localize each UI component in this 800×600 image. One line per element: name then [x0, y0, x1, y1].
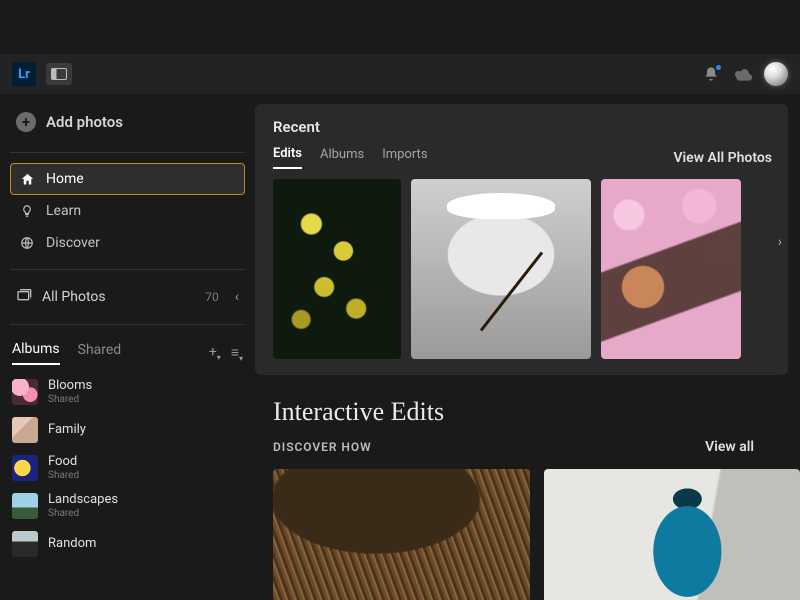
album-name: Family	[48, 423, 86, 437]
album-thumbnail	[12, 493, 38, 519]
globe-icon	[18, 236, 36, 250]
album-thumbnail	[12, 455, 38, 481]
panel-toggle-button[interactable]	[46, 63, 72, 85]
chevron-left-icon: ‹	[235, 289, 239, 305]
cloud-sync-icon[interactable]	[732, 67, 754, 81]
sidebar-item-learn[interactable]: Learn	[10, 195, 245, 227]
recent-panel: Recent Edits Albums Imports View All Pho…	[255, 104, 788, 375]
lightbulb-icon	[18, 204, 36, 218]
tab-albums-recent[interactable]: Albums	[320, 147, 364, 168]
album-thumbnail	[12, 531, 38, 557]
divider	[10, 324, 245, 325]
recent-title: Recent	[273, 118, 772, 136]
sort-albums-icon[interactable]: ≡▾	[231, 344, 243, 363]
interactive-strip	[273, 469, 800, 600]
interactive-view-all-link[interactable]: View all	[705, 439, 778, 455]
recent-photo-3[interactable]	[601, 179, 741, 359]
window-titlebar	[0, 0, 800, 54]
add-album-icon[interactable]: +▾	[209, 344, 221, 363]
main-content: Recent Edits Albums Imports View All Pho…	[255, 94, 800, 600]
interactive-card-2[interactable]	[544, 469, 800, 600]
all-photos-count: 70	[205, 290, 219, 304]
notification-dot	[715, 64, 722, 71]
plus-circle-icon: +	[16, 112, 36, 132]
interactive-edits-header: Interactive Edits DISCOVER HOW View all	[255, 375, 800, 455]
sidebar-item-label: Learn	[46, 203, 81, 219]
photo-stack-icon	[16, 288, 32, 306]
all-photos-row[interactable]: All Photos 70 ‹	[10, 280, 245, 314]
tab-albums[interactable]: Albums	[12, 341, 60, 365]
album-row-blooms[interactable]: Blooms Shared	[10, 373, 245, 411]
album-thumbnail	[12, 379, 38, 405]
sidebar-item-label: Discover	[46, 235, 100, 251]
home-icon	[18, 172, 36, 187]
chevron-right-icon[interactable]: ›	[778, 234, 782, 250]
album-name: Random	[48, 537, 96, 551]
sidebar: + Add photos Home Learn Discover All Pho…	[0, 94, 255, 600]
recent-photo-1[interactable]	[273, 179, 401, 359]
tab-edits[interactable]: Edits	[273, 146, 302, 169]
divider	[10, 269, 245, 270]
sidebar-item-label: Home	[46, 171, 84, 187]
album-name: Landscapes	[48, 493, 118, 507]
sidebar-item-home[interactable]: Home	[10, 163, 245, 195]
divider	[10, 152, 245, 153]
album-row-family[interactable]: Family	[10, 411, 245, 449]
album-sublabel: Shared	[48, 394, 92, 405]
tab-shared[interactable]: Shared	[78, 342, 122, 364]
view-all-photos-link[interactable]: View All Photos	[673, 150, 772, 166]
interactive-edits-subtitle: DISCOVER HOW	[273, 440, 372, 454]
tab-imports[interactable]: Imports	[382, 147, 427, 168]
recent-strip	[273, 179, 772, 359]
app-logo: Lr	[12, 62, 36, 86]
add-photos-button[interactable]: + Add photos	[10, 102, 245, 142]
album-name: Food	[48, 455, 79, 469]
album-row-landscapes[interactable]: Landscapes Shared	[10, 487, 245, 525]
album-name: Blooms	[48, 379, 92, 393]
top-bar: Lr	[0, 54, 800, 94]
albums-tabs: Albums Shared +▾ ≡▾	[10, 335, 245, 365]
add-photos-label: Add photos	[46, 113, 123, 131]
notifications-icon[interactable]	[700, 66, 722, 82]
interactive-edits-title: Interactive Edits	[273, 397, 778, 427]
album-sublabel: Shared	[48, 508, 118, 519]
recent-photo-2[interactable]	[411, 179, 591, 359]
user-avatar[interactable]	[764, 62, 788, 86]
album-thumbnail	[12, 417, 38, 443]
all-photos-label: All Photos	[42, 289, 106, 305]
interactive-card-1[interactable]	[273, 469, 530, 600]
album-row-random[interactable]: Random	[10, 525, 245, 563]
album-sublabel: Shared	[48, 470, 79, 481]
recent-tabs: Edits Albums Imports View All Photos	[273, 146, 772, 169]
sidebar-item-discover[interactable]: Discover	[10, 227, 245, 259]
album-row-food[interactable]: Food Shared	[10, 449, 245, 487]
